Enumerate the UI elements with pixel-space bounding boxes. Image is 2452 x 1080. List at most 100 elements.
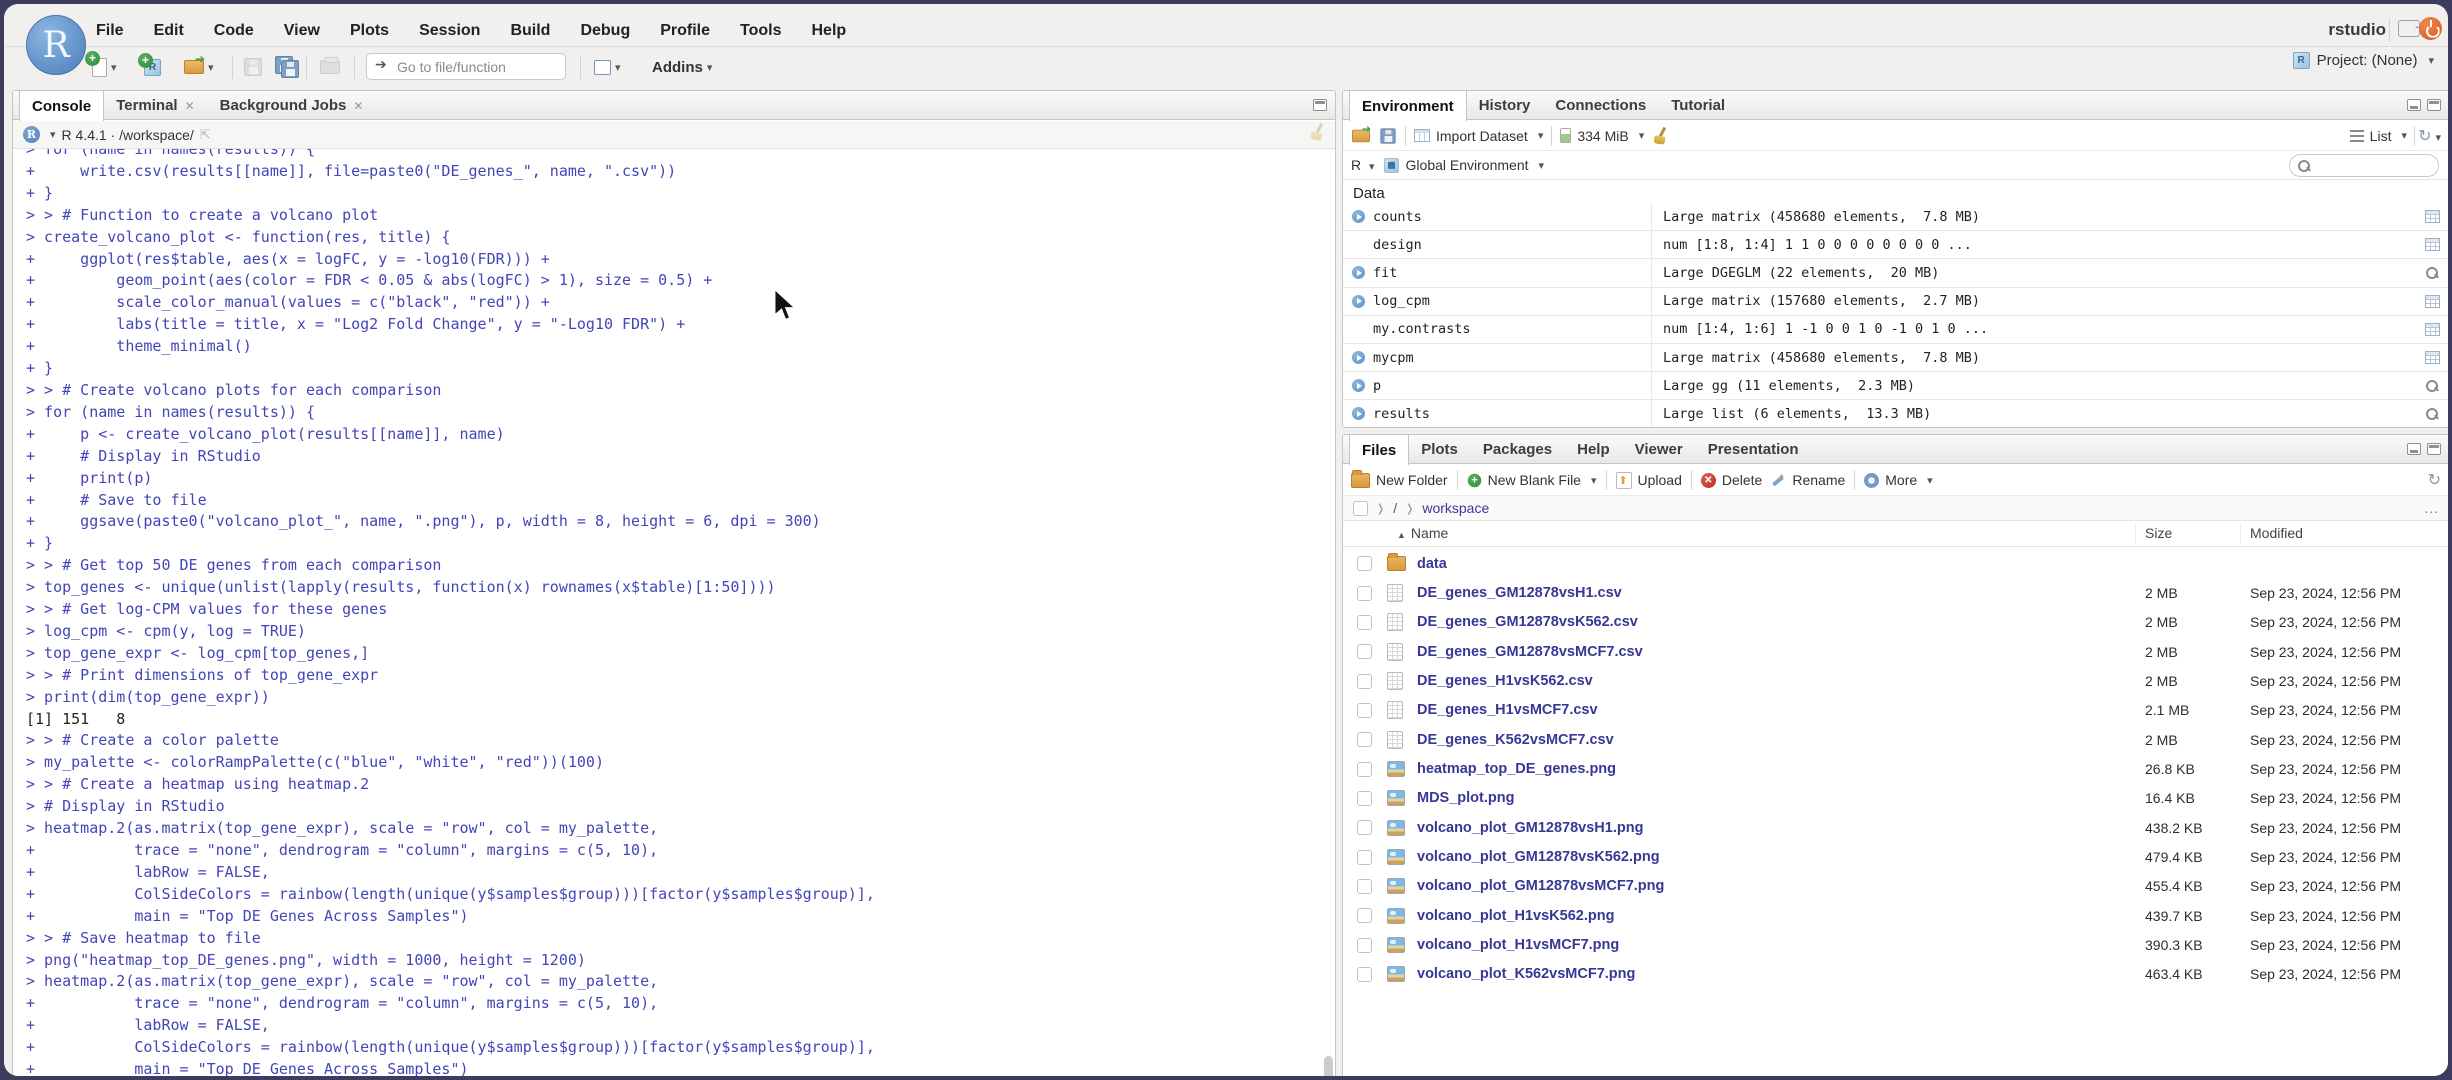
load-workspace-icon[interactable] — [1352, 122, 1371, 142]
select-all-checkbox[interactable] — [1353, 500, 1368, 516]
close-icon[interactable]: ✕ — [185, 99, 195, 113]
environment-object-row[interactable]: design num [1:8, 1:4] 1 1 0 0 0 0 0 0 0 0… — [1343, 231, 2448, 260]
file-name-link[interactable]: volcano_plot_H1vsMCF7.png — [1417, 937, 1619, 953]
tab-plots[interactable]: Plots — [1409, 435, 1471, 464]
save-workspace-icon[interactable] — [1380, 127, 1396, 144]
file-row[interactable]: heatmap_top_DE_genes.png 26.8 KB Sep 23, 2… — [1343, 754, 2448, 783]
file-row[interactable]: volcano_plot_H1vsK562.png 439.7 KB Sep 23,… — [1343, 901, 2448, 930]
tab-presentation[interactable]: Presentation — [1696, 435, 1812, 464]
maximize-pane-icon[interactable] — [1313, 99, 1327, 111]
tab-help[interactable]: Help — [1565, 435, 1623, 464]
console-scrollbar[interactable] — [1322, 151, 1333, 1076]
file-row[interactable]: DE_genes_H1vsK562.csv 2 MB Sep 23, 2024, 1… — [1343, 666, 2448, 695]
file-checkbox[interactable] — [1357, 556, 1372, 572]
menu-debug[interactable]: Debug — [580, 22, 630, 40]
save-all-button[interactable] — [272, 53, 308, 81]
file-name-link[interactable]: MDS_plot.png — [1417, 790, 1514, 806]
menu-plots[interactable]: Plots — [350, 22, 389, 40]
tab-background-jobs[interactable]: Background Jobs ✕ — [208, 91, 377, 120]
file-name-link[interactable]: volcano_plot_GM12878vsMCF7.png — [1417, 878, 1664, 894]
inspect-object-icon[interactable] — [2425, 407, 2439, 421]
minimize-pane-icon[interactable] — [2407, 443, 2421, 455]
expand-arrow-icon[interactable] — [1351, 266, 1365, 280]
file-row[interactable]: DE_genes_GM12878vsK562.csv 2 MB Sep 23, 20… — [1343, 608, 2448, 637]
file-name-link[interactable]: DE_genes_H1vsMCF7.csv — [1417, 702, 1598, 718]
save-button[interactable] — [244, 53, 262, 81]
file-row[interactable]: DE_genes_K562vsMCF7.csv 2 MB Sep 23, 2024,… — [1343, 725, 2448, 754]
tab-files[interactable]: Files — [1349, 435, 1410, 465]
more-path-button[interactable]: ... — [2424, 500, 2439, 516]
file-name-link[interactable]: DE_genes_GM12878vsK562.csv — [1417, 614, 1638, 630]
quit-session-button[interactable] — [2419, 17, 2442, 45]
tab-console[interactable]: Console — [19, 91, 105, 121]
file-name-link[interactable]: DE_genes_GM12878vsH1.csv — [1417, 585, 1622, 601]
new-project-button[interactable]: R + — [138, 53, 161, 81]
goto-directory-icon[interactable]: ⇱ — [200, 127, 211, 143]
view-table-icon[interactable] — [2424, 294, 2440, 308]
file-checkbox[interactable] — [1357, 761, 1372, 777]
file-row[interactable]: DE_genes_GM12878vsMCF7.csv 2 MB Sep 23, 20… — [1343, 637, 2448, 666]
breadcrumb-folder[interactable]: workspace — [1422, 500, 1489, 516]
goto-file-search[interactable]: Go to file/function — [366, 53, 566, 80]
tab-history[interactable]: History — [1467, 91, 1544, 120]
view-table-icon[interactable] — [2424, 322, 2440, 336]
expand-arrow-icon[interactable] — [1351, 210, 1365, 224]
file-name-link[interactable]: volcano_plot_H1vsK562.png — [1417, 908, 1614, 924]
menu-help[interactable]: Help — [812, 22, 847, 40]
file-row[interactable]: MDS_plot.png 16.4 KB Sep 23, 2024, 12:56 P… — [1343, 784, 2448, 813]
file-checkbox[interactable] — [1357, 878, 1372, 894]
environment-object-row[interactable]: mycpm Large matrix (458680 elements, 7.8 … — [1343, 343, 2448, 373]
file-row[interactable]: volcano_plot_K562vsMCF7.png 463.4 KB Sep 2… — [1343, 960, 2448, 989]
clear-environment-icon[interactable] — [1652, 127, 1668, 145]
tab-connections[interactable]: Connections — [1543, 91, 1659, 120]
delete-button[interactable]: ✕ Delete — [1700, 472, 1762, 488]
close-icon[interactable]: ✕ — [353, 99, 363, 113]
expand-arrow-icon[interactable] — [1351, 407, 1365, 421]
file-name-link[interactable]: data — [1417, 556, 1447, 572]
menu-code[interactable]: Code — [214, 22, 254, 40]
file-checkbox[interactable] — [1357, 585, 1372, 601]
menu-build[interactable]: Build — [510, 22, 550, 40]
file-row[interactable]: DE_genes_H1vsMCF7.csv 2.1 MB Sep 23, 2024,… — [1343, 696, 2448, 725]
scope-selector[interactable]: ▦ Global Environment ▾ — [1383, 157, 1544, 174]
file-name-link[interactable]: volcano_plot_GM12878vsH1.png — [1417, 820, 1643, 836]
minimize-pane-icon[interactable] — [2407, 99, 2421, 111]
menu-session[interactable]: Session — [419, 22, 480, 40]
new-folder-button[interactable]: New Folder — [1351, 469, 1448, 488]
file-row[interactable]: volcano_plot_GM12878vsK562.png 479.4 KB Se… — [1343, 842, 2448, 871]
view-table-icon[interactable] — [2424, 238, 2440, 252]
file-name-link[interactable]: DE_genes_H1vsK562.csv — [1417, 673, 1593, 689]
file-checkbox[interactable] — [1357, 790, 1372, 806]
view-table-icon[interactable] — [2424, 351, 2440, 365]
file-name-link[interactable]: volcano_plot_GM12878vsK562.png — [1417, 849, 1660, 865]
tab-environment[interactable]: Environment — [1349, 91, 1467, 121]
file-name-link[interactable]: heatmap_top_DE_genes.png — [1417, 761, 1616, 777]
clear-console-icon[interactable] — [1309, 123, 1325, 146]
file-row[interactable]: volcano_plot_GM12878vsMCF7.png 455.4 KB Se… — [1343, 872, 2448, 901]
maximize-pane-icon[interactable] — [2427, 99, 2441, 111]
inspect-object-icon[interactable] — [2425, 379, 2439, 393]
menu-view[interactable]: View — [284, 22, 320, 40]
view-table-icon[interactable] — [2424, 210, 2440, 224]
breadcrumb-root[interactable]: / — [1393, 500, 1397, 516]
file-checkbox[interactable] — [1357, 673, 1372, 689]
environment-object-row[interactable]: fit Large DGEGLM (22 elements, 20 MB) — [1343, 259, 2448, 288]
file-checkbox[interactable] — [1357, 702, 1372, 718]
inspect-object-icon[interactable] — [2425, 266, 2439, 280]
file-checkbox[interactable] — [1357, 732, 1372, 748]
environment-object-row[interactable]: counts Large matrix (458680 elements, 7.8… — [1343, 203, 2448, 232]
file-checkbox[interactable] — [1357, 644, 1372, 660]
upload-button[interactable]: Upload — [1615, 471, 1682, 489]
environment-object-row[interactable]: p Large gg (11 elements, 2.3 MB) — [1343, 372, 2448, 401]
file-row[interactable]: volcano_plot_GM12878vsH1.png 438.2 KB Sep … — [1343, 813, 2448, 842]
environment-object-row[interactable]: results Large list (6 elements, 13.3 MB) — [1343, 400, 2448, 427]
maximize-pane-icon[interactable] — [2427, 443, 2441, 455]
file-checkbox[interactable] — [1357, 849, 1372, 865]
tab-terminal[interactable]: Terminal ✕ — [104, 91, 207, 120]
file-name-link[interactable]: DE_genes_GM12878vsMCF7.csv — [1417, 644, 1643, 660]
expand-arrow-icon[interactable] — [1351, 379, 1365, 393]
import-dataset-button[interactable]: Import Dataset ▾ — [1414, 128, 1543, 144]
tab-viewer[interactable]: Viewer — [1623, 435, 1696, 464]
expand-arrow-icon[interactable] — [1351, 351, 1365, 365]
environment-object-row[interactable]: my.contrasts num [1:4, 1:6] 1 -1 0 0 1 0 … — [1343, 315, 2448, 344]
